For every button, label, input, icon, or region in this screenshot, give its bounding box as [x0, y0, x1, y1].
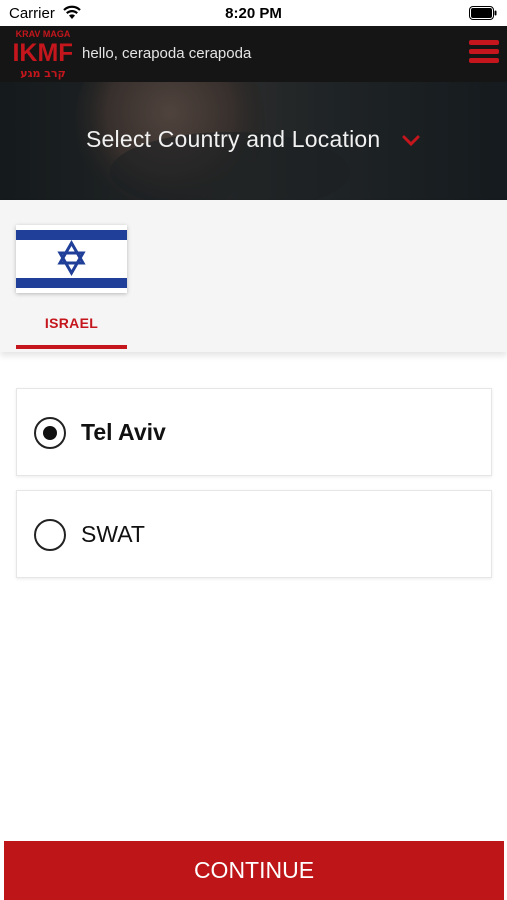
- krav-maga-logo: KRAV MAGA IKMF קרב מגע: [14, 29, 72, 80]
- logo-top-text: KRAV MAGA: [16, 29, 71, 39]
- continue-button[interactable]: CONTINUE: [4, 841, 504, 900]
- location-label: SWAT: [81, 521, 145, 547]
- location-option-swat[interactable]: SWAT: [16, 490, 492, 578]
- location-banner: Select Country and Location: [0, 82, 507, 200]
- radio-button-selected[interactable]: [34, 417, 66, 449]
- banner-title: Select Country and Location: [86, 126, 381, 152]
- battery-icon: [469, 6, 497, 20]
- location-label: Tel Aviv: [81, 419, 166, 445]
- selected-tab-indicator: [16, 345, 127, 349]
- logo-hebrew-text: קרב מגע: [20, 67, 65, 80]
- tab-country-israel[interactable]: ISRAEL: [16, 225, 127, 351]
- country-location-selector[interactable]: Select Country and Location: [0, 82, 507, 200]
- radio-selected-dot: [43, 426, 57, 440]
- hamburger-menu-icon[interactable]: [469, 40, 499, 66]
- israel-flag-icon: [16, 225, 127, 293]
- greeting-text: hello, cerapoda cerapoda: [82, 45, 252, 62]
- country-label: ISRAEL: [44, 315, 99, 331]
- clock: 8:20 PM: [225, 5, 282, 22]
- country-tabs: ISRAEL: [0, 200, 507, 352]
- radio-button[interactable]: [34, 519, 66, 551]
- logo-main-text: IKMF: [14, 39, 72, 67]
- chevron-down-icon: [402, 135, 420, 147]
- location-option-tel-aviv[interactable]: Tel Aviv: [16, 388, 492, 476]
- app-header: KRAV MAGA IKMF קרב מגע hello, cerapoda c…: [0, 26, 507, 82]
- status-bar: Carrier 8:20 PM: [0, 0, 507, 26]
